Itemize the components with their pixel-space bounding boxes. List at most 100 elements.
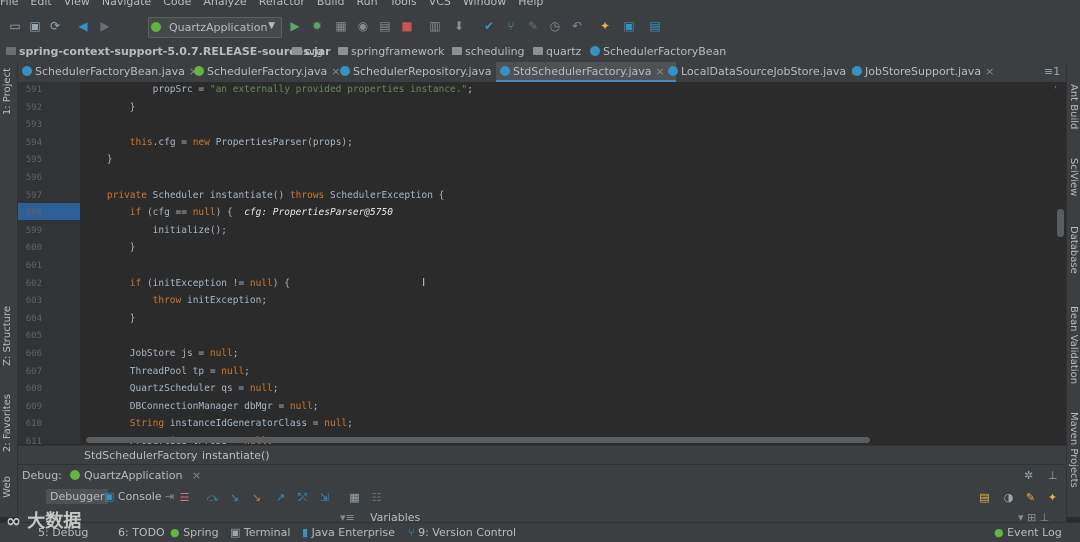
- vcs-compare-icon[interactable]: ✎: [526, 19, 540, 33]
- menu-item-analyze[interactable]: Analyze: [203, 0, 246, 8]
- profile-icon[interactable]: ◉: [356, 19, 370, 33]
- menu-item-navigate[interactable]: Navigate: [102, 0, 151, 8]
- status-todo[interactable]: 6: TODO: [118, 526, 165, 539]
- code-line[interactable]: }: [84, 242, 136, 253]
- tool-window-bean-validation[interactable]: Bean Validation: [1068, 306, 1079, 384]
- breadcrumb-quartz[interactable]: quartz: [533, 45, 581, 58]
- status-event-log[interactable]: ● Event Log: [994, 526, 1062, 539]
- breadcrumb-org[interactable]: org: [292, 45, 323, 58]
- code-line[interactable]: }: [84, 313, 136, 324]
- tab-local-data-source-job-store[interactable]: LocalDataSourceJobStore.java×: [664, 62, 859, 82]
- menu-item-view[interactable]: View: [64, 0, 90, 8]
- debug-session-tab[interactable]: QuartzApplication: [70, 469, 182, 482]
- editor-vertical-scrollbar[interactable]: [1056, 82, 1066, 444]
- tool-window-structure[interactable]: Z: Structure: [2, 306, 13, 366]
- tool-window-database[interactable]: Database: [1068, 226, 1079, 274]
- tool-window-maven[interactable]: Maven Projects: [1068, 412, 1079, 488]
- menu-item-window[interactable]: Window: [463, 0, 506, 8]
- back-icon[interactable]: ◀: [76, 19, 90, 33]
- tab-scheduler-factory[interactable]: SchedulerFactory.java ×: [190, 62, 350, 82]
- debug-icon[interactable]: ✹: [310, 19, 324, 33]
- code-line[interactable]: this.cfg = new PropertiesParser(props);: [84, 137, 353, 148]
- code-line[interactable]: QuartzScheduler qs = null;: [84, 383, 279, 394]
- vcs-commit-icon[interactable]: ⑂: [504, 19, 518, 33]
- trace-icon[interactable]: ☷: [370, 492, 383, 503]
- tab-scheduler-factory-bean[interactable]: SchedulerFactoryBean.java×: [18, 62, 198, 82]
- code-line[interactable]: if (cfg == null) { cfg: PropertiesParser…: [84, 207, 393, 218]
- tab-job-store-support[interactable]: JobStoreSupport.java ×: [848, 62, 998, 82]
- status-version-control[interactable]: ⑂ 9: Version Control: [408, 526, 516, 539]
- drop-frame-icon[interactable]: ⤱: [296, 492, 309, 503]
- step-out-icon[interactable]: ↗: [274, 492, 287, 503]
- editor-crumb-method[interactable]: instantiate(): [202, 449, 270, 462]
- revert-icon[interactable]: ↶: [570, 19, 584, 33]
- show-execution-point-icon[interactable]: ☰: [178, 492, 191, 503]
- breadcrumb-jar[interactable]: spring-context-support-5.0.7.RELEASE-sou…: [6, 45, 331, 58]
- build-icon[interactable]: ▥: [428, 19, 442, 33]
- save-icon[interactable]: ▣: [28, 19, 42, 33]
- coverage-icon[interactable]: ▦: [334, 19, 348, 33]
- open-folder-icon[interactable]: ▭: [8, 19, 22, 33]
- menu-item-code[interactable]: Code: [163, 0, 191, 8]
- run-to-cursor-icon[interactable]: ⇲: [318, 492, 331, 503]
- code-line[interactable]: String instanceIdGeneratorClass = null;: [84, 418, 353, 429]
- breadcrumb-class[interactable]: SchedulerFactoryBean: [590, 45, 726, 58]
- code-line[interactable]: if (initException != null) {: [84, 278, 290, 289]
- forward-icon[interactable]: ▶: [98, 19, 112, 33]
- breadcrumb-springframework[interactable]: springframework: [338, 45, 444, 58]
- menu-item-refactor[interactable]: Refactor: [259, 0, 305, 8]
- run-icon[interactable]: ▶: [288, 19, 302, 33]
- sdk-icon[interactable]: ▤: [648, 19, 662, 33]
- menu-item-vcs[interactable]: VCS: [429, 0, 451, 8]
- pause-icon[interactable]: ▤: [378, 19, 392, 33]
- menu-item-file[interactable]: File: [0, 0, 18, 8]
- collapse-icon[interactable]: ▾≡: [340, 511, 355, 522]
- editor-horizontal-scrollbar[interactable]: [86, 437, 870, 443]
- sync-icon[interactable]: ⟳: [48, 19, 62, 33]
- tool-window-sciview[interactable]: SciView: [1068, 158, 1079, 196]
- code-line[interactable]: }: [84, 154, 113, 165]
- close-icon[interactable]: ×: [985, 65, 994, 78]
- code-line[interactable]: initialize();: [84, 225, 227, 236]
- code-line[interactable]: ThreadPool tp = null;: [84, 366, 250, 377]
- status-java-enterprise[interactable]: ▮ Java Enterprise: [302, 526, 395, 539]
- history-icon[interactable]: ◷: [548, 19, 562, 33]
- scrollbar-thumb[interactable]: [1057, 209, 1064, 237]
- panel-controls-icon[interactable]: ▾ ⊞ ⊥: [1018, 511, 1049, 522]
- settings-icon[interactable]: ✦: [598, 19, 612, 33]
- tab-overflow-button[interactable]: ≡1: [1044, 62, 1060, 82]
- code-line[interactable]: }: [84, 102, 136, 113]
- code-line[interactable]: DBConnectionManager dbMgr = null;: [84, 401, 319, 412]
- status-spring[interactable]: ● Spring: [170, 526, 219, 539]
- code-line[interactable]: throw initException;: [84, 295, 267, 306]
- code-line[interactable]: propSrc = "an externally provided proper…: [84, 84, 473, 95]
- menu-item-tools[interactable]: Tools: [390, 0, 417, 8]
- gear-icon[interactable]: ✲: [1024, 469, 1033, 482]
- status-terminal[interactable]: ▣ Terminal: [230, 526, 290, 539]
- deploy-icon[interactable]: ⬇: [452, 19, 466, 33]
- tool-window-favorites[interactable]: 2: Favorites: [2, 394, 13, 452]
- evaluate-expression-icon[interactable]: ▦: [348, 492, 361, 503]
- step-over-icon[interactable]: ⤼: [206, 492, 219, 503]
- step-into-icon[interactable]: ↘: [228, 492, 241, 503]
- tool-window-project[interactable]: 1: Project: [2, 68, 13, 115]
- menu-item-build[interactable]: Build: [317, 0, 345, 8]
- editor-crumb-class[interactable]: StdSchedulerFactory: [84, 449, 198, 462]
- breadcrumb-scheduling[interactable]: scheduling: [452, 45, 525, 58]
- threads-icon[interactable]: ✎: [1024, 492, 1037, 503]
- code-line[interactable]: private Scheduler instantiate() throws S…: [84, 190, 444, 201]
- run-configuration-select[interactable]: QuartzApplication ▼: [148, 17, 282, 38]
- code-editor[interactable]: propSrc = "an externally provided proper…: [80, 82, 1056, 444]
- project-structure-icon[interactable]: ▣: [622, 19, 636, 33]
- menu-item-run[interactable]: Run: [357, 0, 378, 8]
- force-step-into-icon[interactable]: ↘: [250, 492, 263, 503]
- close-icon[interactable]: ×: [192, 469, 201, 482]
- settings-icon[interactable]: ✦: [1046, 492, 1059, 503]
- restore-layout-icon[interactable]: ▤: [978, 492, 991, 503]
- hide-icon[interactable]: ⊥: [1048, 469, 1058, 482]
- tool-window-web[interactable]: Web: [2, 476, 13, 498]
- stop-icon[interactable]: ■: [400, 19, 414, 33]
- tab-std-scheduler-factory[interactable]: StdSchedulerFactory.java ×: [496, 62, 676, 82]
- memory-icon[interactable]: ◑: [1002, 492, 1015, 503]
- tab-scheduler-repository[interactable]: SchedulerRepository.java×: [336, 62, 510, 82]
